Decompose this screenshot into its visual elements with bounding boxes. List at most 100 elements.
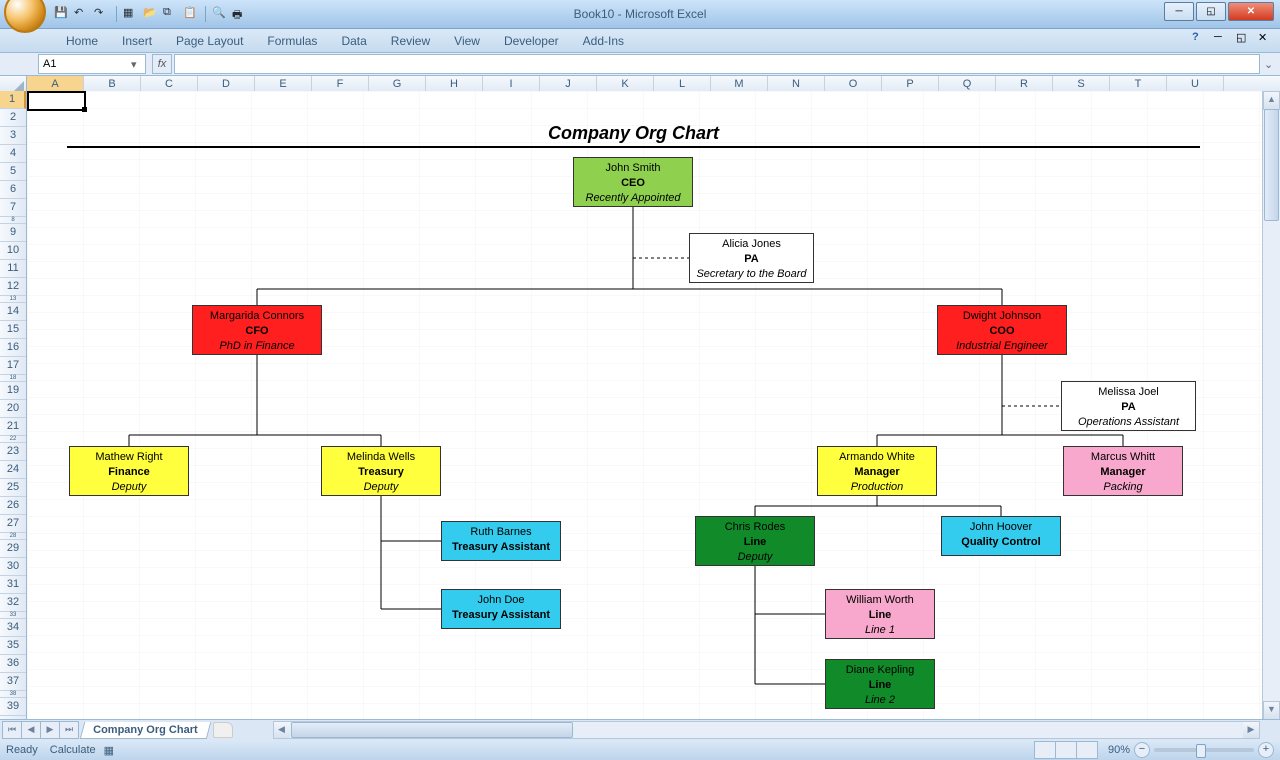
tab-developer[interactable]: Developer	[492, 30, 571, 52]
org-node-pa2[interactable]: Melissa JoelPAOperations Assistant	[1061, 381, 1196, 431]
row-header[interactable]: 29	[0, 540, 26, 558]
row-header[interactable]: 15	[0, 321, 26, 339]
org-node-qc[interactable]: John HooverQuality Control	[941, 516, 1061, 556]
close-button[interactable]: ✕	[1228, 2, 1274, 21]
zoom-thumb[interactable]	[1196, 744, 1206, 758]
row-header[interactable]: 34	[0, 619, 26, 637]
row-header[interactable]: 24	[0, 461, 26, 479]
tab-home[interactable]: Home	[54, 30, 110, 52]
org-node-tre[interactable]: Melinda WellsTreasuryDeputy	[321, 446, 441, 496]
preview-icon[interactable]: 🔍	[212, 6, 228, 22]
scroll-left-icon[interactable]: ◀	[274, 722, 290, 738]
row-header[interactable]: 16	[0, 339, 26, 357]
org-node-mgr2[interactable]: Marcus WhittManagerPacking	[1063, 446, 1183, 496]
row-header[interactable]: 27	[0, 515, 26, 533]
row-header[interactable]: 3	[0, 127, 26, 145]
row-header[interactable]: 4	[0, 145, 26, 163]
tab-first-icon[interactable]: ⏮	[2, 721, 22, 739]
tab-add-ins[interactable]: Add-Ins	[571, 30, 636, 52]
org-node-ta2[interactable]: John DoeTreasury Assistant	[441, 589, 561, 629]
zoom-in-button[interactable]: +	[1258, 742, 1274, 758]
zoom-out-button[interactable]: −	[1134, 742, 1150, 758]
undo-icon[interactable]: ↶	[74, 6, 90, 22]
doc-minimize-icon[interactable]: ─	[1214, 31, 1228, 45]
scroll-right-icon[interactable]: ▶	[1243, 722, 1259, 738]
row-header[interactable]: 36	[0, 655, 26, 673]
copy-icon[interactable]: ⧉	[163, 6, 179, 22]
row-header[interactable]: 7	[0, 199, 26, 217]
row-header[interactable]: 18	[0, 375, 26, 382]
row-header[interactable]: 8	[0, 217, 26, 224]
page-break-view-button[interactable]	[1076, 741, 1098, 759]
org-node-coo[interactable]: Dwight JohnsonCOOIndustrial Engineer	[937, 305, 1067, 355]
save-icon[interactable]: 💾	[54, 6, 70, 22]
row-header[interactable]: 38	[0, 691, 26, 698]
tab-next-icon[interactable]: ▶	[40, 721, 60, 739]
row-header[interactable]: 5	[0, 163, 26, 181]
tab-view[interactable]: View	[442, 30, 492, 52]
row-header[interactable]: 21	[0, 418, 26, 436]
row-header[interactable]: 37	[0, 673, 26, 691]
row-header[interactable]: 17	[0, 357, 26, 375]
org-node-ceo[interactable]: John SmithCEORecently Appointed	[573, 157, 693, 207]
org-node-ww[interactable]: William WorthLineLine 1	[825, 589, 935, 639]
new-icon[interactable]: ▦	[123, 6, 139, 22]
page-layout-view-button[interactable]	[1055, 741, 1077, 759]
org-node-pa1[interactable]: Alicia JonesPASecretary to the Board	[689, 233, 814, 283]
new-sheet-icon[interactable]	[213, 722, 233, 738]
normal-view-button[interactable]	[1034, 741, 1056, 759]
tab-formulas[interactable]: Formulas	[255, 30, 329, 52]
row-header[interactable]: 28	[0, 533, 26, 540]
row-header[interactable]: 10	[0, 242, 26, 260]
vertical-scrollbar[interactable]: ▲ ▼	[1262, 91, 1280, 720]
row-header[interactable]: 1	[0, 91, 26, 109]
row-header[interactable]: 23	[0, 443, 26, 461]
org-node-line1[interactable]: Chris RodesLineDeputy	[695, 516, 815, 566]
macro-icon[interactable]: ▦	[104, 744, 114, 757]
print-icon[interactable]: 🖶	[232, 6, 248, 22]
row-header[interactable]: 19	[0, 382, 26, 400]
worksheet-grid[interactable]: 1234567891011121314151617181920212223242…	[0, 91, 1280, 720]
help-icon[interactable]: ?	[1192, 31, 1206, 45]
tab-last-icon[interactable]: ⏭	[59, 721, 79, 739]
tab-insert[interactable]: Insert	[110, 30, 164, 52]
zoom-slider[interactable]	[1154, 748, 1254, 752]
fx-icon[interactable]: fx	[152, 54, 172, 74]
row-header[interactable]: 39	[0, 698, 26, 716]
row-header[interactable]: 11	[0, 260, 26, 278]
tab-prev-icon[interactable]: ◀	[21, 721, 41, 739]
org-node-fin[interactable]: Mathew RightFinanceDeputy	[69, 446, 189, 496]
row-header[interactable]: 35	[0, 637, 26, 655]
row-header[interactable]: 20	[0, 400, 26, 418]
open-icon[interactable]: 📂	[143, 6, 159, 22]
org-node-mgr1[interactable]: Armando WhiteManagerProduction	[817, 446, 937, 496]
row-header[interactable]: 33	[0, 612, 26, 619]
row-header[interactable]: 2	[0, 109, 26, 127]
row-header[interactable]: 14	[0, 303, 26, 321]
active-cell[interactable]	[27, 91, 86, 111]
org-node-cfo[interactable]: Margarida ConnorsCFOPhD in Finance	[192, 305, 322, 355]
zoom-level[interactable]: 90%	[1108, 744, 1130, 756]
scroll-down-icon[interactable]: ▼	[1263, 701, 1280, 720]
tab-page-layout[interactable]: Page Layout	[164, 30, 255, 52]
row-header[interactable]: 6	[0, 181, 26, 199]
scroll-up-icon[interactable]: ▲	[1263, 91, 1280, 110]
row-header[interactable]: 13	[0, 296, 26, 303]
hscroll-thumb[interactable]	[291, 722, 573, 738]
redo-icon[interactable]: ↷	[94, 6, 110, 22]
org-node-dk[interactable]: Diane KeplingLineLine 2	[825, 659, 935, 709]
doc-restore-icon[interactable]: ◱	[1236, 31, 1250, 45]
row-header[interactable]: 32	[0, 594, 26, 612]
expand-formula-icon[interactable]: ⌄	[1264, 58, 1276, 70]
row-header[interactable]: 9	[0, 224, 26, 242]
paste-icon[interactable]: 📋	[183, 6, 199, 22]
sheet-tab-active[interactable]: Company Org Chart	[80, 722, 211, 739]
row-header[interactable]: 26	[0, 497, 26, 515]
name-box[interactable]: A1 ▾	[38, 54, 146, 74]
tab-review[interactable]: Review	[379, 30, 442, 52]
row-header[interactable]: 12	[0, 278, 26, 296]
row-header[interactable]: 22	[0, 436, 26, 443]
maximize-button[interactable]: ◱	[1196, 2, 1226, 21]
row-header[interactable]: 31	[0, 576, 26, 594]
horizontal-scrollbar[interactable]: ◀ ▶	[273, 721, 1260, 739]
